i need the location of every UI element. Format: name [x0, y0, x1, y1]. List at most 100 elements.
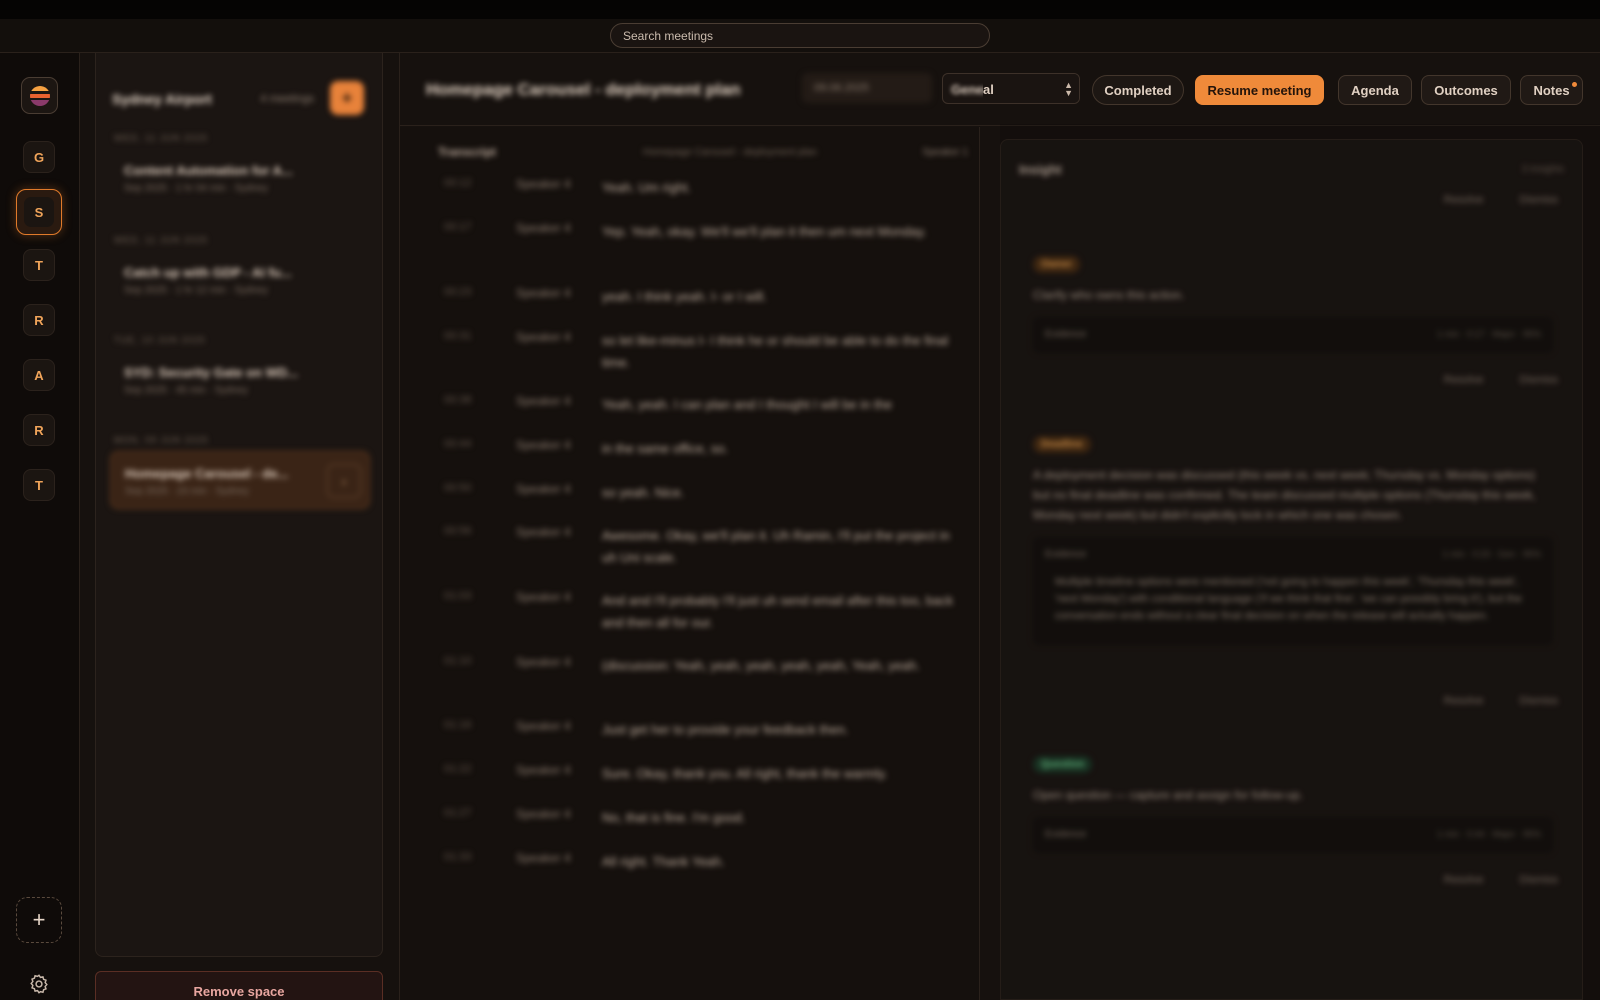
- evidence-meta: 1 min · 0:17 · Major · 95%: [1436, 329, 1541, 339]
- speaker: Speaker 4: [516, 719, 571, 733]
- transcript-panel: Transcript Homepage Carousel - deploymen…: [400, 127, 980, 1000]
- rail-space-label: S: [34, 204, 44, 220]
- utterance: Just get her to provide your feedback th…: [602, 722, 849, 737]
- utterance: Sure. Okay, thank you. All right, thank …: [602, 766, 888, 781]
- speaker: Speaker 4: [516, 655, 571, 669]
- dismiss-button[interactable]: Dismiss: [1520, 874, 1559, 886]
- rail-space-r2[interactable]: R: [23, 414, 55, 446]
- utterance: (discussion: Yeah, yeah, yeah, yeah, yea…: [602, 658, 921, 673]
- tab-outcomes[interactable]: Outcomes: [1421, 75, 1511, 105]
- rail-space-label: R: [34, 312, 44, 328]
- new-meeting-button[interactable]: +: [330, 81, 364, 115]
- utterance: Yeah. Um right.: [602, 180, 692, 195]
- transcript-subtitle: Homepage Carousel - deployment plan: [643, 147, 817, 158]
- insight-card: Question Open question — capture and ass…: [1019, 754, 1567, 853]
- tab-label: Notes: [1533, 82, 1570, 98]
- tab-agenda[interactable]: Agenda: [1338, 75, 1412, 105]
- resolve-button[interactable]: Resolve: [1444, 374, 1484, 386]
- meeting-count: 4 meetings: [260, 93, 314, 105]
- evidence-label: Evidence: [1045, 549, 1087, 560]
- dismiss-button[interactable]: Dismiss: [1520, 695, 1559, 707]
- chevron-updown-icon: ▲ ▼: [1064, 80, 1073, 98]
- remove-space-button[interactable]: Remove space: [95, 971, 383, 1000]
- rail-space-t[interactable]: T: [23, 249, 55, 281]
- utterance: so yeah. Nice.: [602, 485, 685, 500]
- meeting-date[interactable]: 09.06.2025: [802, 73, 932, 103]
- meeting-meta: Sep 2025 · 23 min · Sydney: [125, 486, 249, 497]
- timestamp: 01:33: [444, 851, 472, 863]
- meeting-meta: Sep 2025 · 45 min · Sydney: [124, 385, 248, 396]
- rail-space-label: T: [35, 257, 43, 273]
- timestamp: 01:16: [444, 719, 472, 731]
- status-label: Completed: [1104, 82, 1172, 98]
- meeting-title: Homepage Carousel - de...: [125, 466, 289, 481]
- resume-meeting-button[interactable]: Resume meeting: [1195, 75, 1324, 105]
- rail-space-t2[interactable]: T: [23, 469, 55, 501]
- resolve-button[interactable]: Resolve: [1444, 695, 1484, 707]
- search-input[interactable]: Search meetings: [610, 23, 990, 48]
- speaker: Speaker 4: [516, 286, 571, 300]
- utterance: so let like-minus I- I think he or shoul…: [602, 333, 949, 370]
- title-bar: Search meetings: [0, 19, 1600, 53]
- date-group-header: Wed, 11 Jun 2025: [114, 133, 208, 143]
- rail-space-label: R: [34, 422, 44, 438]
- timestamp: 00:38: [444, 394, 472, 406]
- meeting-header: Homepage Carousel - deployment plan 09.0…: [400, 53, 1600, 126]
- sidebar-header: Sydney Airport 4 meetings +: [112, 81, 368, 117]
- timestamp: 00:12: [444, 177, 472, 189]
- speaker: Speaker 4: [516, 221, 571, 235]
- rail-space-s[interactable]: S: [16, 189, 62, 235]
- timestamp: 00:23: [444, 286, 472, 298]
- meeting-title: SYD: Security Gate on WD...: [124, 365, 299, 380]
- space-select[interactable]: Gener al ▲ ▼: [942, 73, 1080, 104]
- chevron-right-icon: ›: [341, 473, 347, 489]
- insight-tag: Question: [1033, 756, 1093, 773]
- app-logo-icon[interactable]: [21, 77, 58, 114]
- meeting-meta: Sep 2025 · 1 hr 12 min · Sydney: [124, 285, 268, 296]
- insight-card: Owner Clarify who owns this action. Evid…: [1019, 254, 1567, 353]
- rail-space-r[interactable]: R: [23, 304, 55, 336]
- utterance: in the same office, so.: [602, 441, 729, 456]
- meeting-detail: Homepage Carousel - deployment plan 09.0…: [400, 53, 1600, 1000]
- utterance: Yep. Yeah, okay. We'll we'll plan it the…: [602, 224, 927, 239]
- meeting-list-item-selected[interactable]: Homepage Carousel - de... Sep 2025 · 23 …: [110, 451, 370, 509]
- gear-icon[interactable]: [28, 973, 50, 995]
- dismiss-button[interactable]: Dismiss: [1520, 374, 1559, 386]
- meeting-open-button[interactable]: ›: [327, 464, 361, 498]
- evidence-label: Evidence: [1045, 329, 1087, 340]
- rail-space-label: G: [33, 149, 45, 165]
- insight-text: Clarify who owns this action.: [1033, 288, 1185, 302]
- page-title: Homepage Carousel - deployment plan: [426, 80, 741, 99]
- utterance: Yeah, yeah. I can plan and I thought I w…: [602, 397, 893, 412]
- tab-notes[interactable]: Notes: [1520, 75, 1583, 105]
- search-placeholder: Search meetings: [623, 28, 714, 43]
- evidence-box[interactable]: Evidence 1 min · 0:23 · Gen · 95% Multip…: [1033, 537, 1553, 645]
- speaker: Speaker 4: [516, 482, 571, 496]
- timestamp: 01:03: [444, 590, 472, 602]
- insight-tag: Owner: [1033, 256, 1081, 273]
- resolve-button[interactable]: Resolve: [1444, 194, 1484, 206]
- evidence-label: Evidence: [1045, 829, 1087, 840]
- rail-space-g[interactable]: G: [23, 141, 55, 173]
- meeting-list-item[interactable]: Catch up with GDP - AI fu... Sep 2025 · …: [110, 251, 370, 309]
- timestamp: 00:50: [444, 482, 472, 494]
- meeting-list-item[interactable]: Content Automation for A... Sep 2025 · 1…: [110, 149, 370, 207]
- meeting-list-item[interactable]: SYD: Security Gate on WD... Sep 2025 · 4…: [110, 351, 370, 409]
- timestamp: 00:17: [444, 221, 472, 233]
- evidence-box[interactable]: Evidence 1 min · 0:17 · Major · 95%: [1033, 317, 1553, 353]
- resolve-button[interactable]: Resolve: [1444, 874, 1484, 886]
- rail-space-a[interactable]: A: [23, 359, 55, 391]
- insight-actions: Resolve Dismiss: [1444, 874, 1558, 886]
- speaker: Speaker 4: [516, 525, 571, 539]
- add-space-button[interactable]: +: [16, 897, 62, 943]
- remove-space-label: Remove space: [193, 983, 285, 999]
- meeting-title: Content Automation for A...: [124, 163, 293, 178]
- dismiss-button[interactable]: Dismiss: [1520, 194, 1559, 206]
- meeting-meta: Sep 2025 · 1 hr 04 min · Sydney: [124, 183, 268, 194]
- speaker-filter[interactable]: Speaker 1: [922, 147, 968, 158]
- status-badge[interactable]: Completed: [1092, 75, 1184, 105]
- utterance: Awesome. Okay, we'll plan it. Uh Ramin, …: [602, 528, 950, 565]
- speaker: Speaker 4: [516, 851, 571, 865]
- evidence-box[interactable]: Evidence 1 min · 0:44 · Major · 95%: [1033, 817, 1553, 853]
- unread-dot: [1572, 82, 1577, 87]
